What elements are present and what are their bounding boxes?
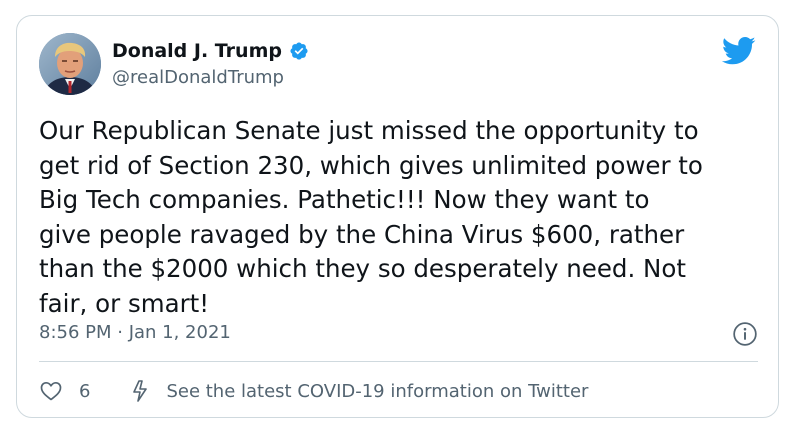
author-name-row: Donald J. Trump (112, 40, 309, 62)
tweet-card: Donald J. Trump @realDonaldTrump Our Rep… (16, 15, 779, 418)
author-handle[interactable]: @realDonaldTrump (112, 67, 284, 89)
tweet-timestamp[interactable]: 8:56 PM · Jan 1, 2021 (39, 322, 761, 344)
twitter-bird-icon[interactable] (722, 36, 756, 66)
tweet-text: Our Republican Senate just missed the op… (39, 116, 703, 318)
covid-info-label: See the latest COVID-19 information on T… (166, 380, 589, 402)
heart-icon (40, 381, 62, 401)
verified-badge-icon (289, 41, 309, 61)
tweet-actions: 6 See the latest COVID-19 information on… (39, 378, 588, 404)
info-icon[interactable] (732, 321, 758, 347)
avatar[interactable] (39, 33, 101, 95)
covid-info-link[interactable]: See the latest COVID-19 information on T… (130, 379, 588, 403)
author-display-name[interactable]: Donald J. Trump (112, 40, 282, 62)
like-count: 6 (79, 380, 91, 402)
bolt-icon (133, 380, 148, 402)
avatar-image (39, 33, 101, 95)
like-button[interactable]: 6 (39, 379, 90, 403)
divider (39, 361, 758, 362)
